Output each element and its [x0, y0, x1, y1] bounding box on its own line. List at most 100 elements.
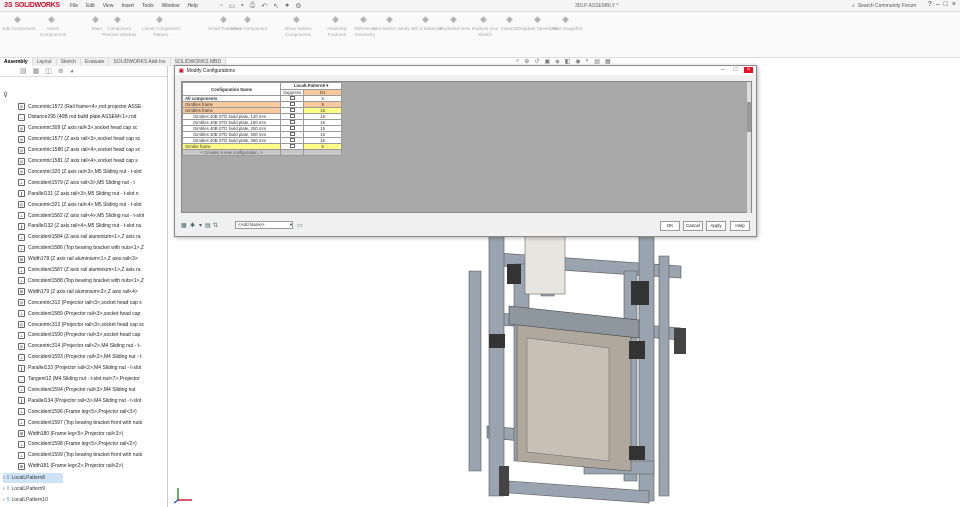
- close-icon[interactable]: ×: [744, 67, 753, 73]
- ribbon-button-new-motion-study[interactable]: New Motion Study: [372, 26, 410, 32]
- apply-button[interactable]: Apply: [706, 221, 726, 231]
- menu-file[interactable]: File: [70, 3, 78, 9]
- hide-show-icon[interactable]: ◉: [575, 58, 580, 65]
- mate-item[interactable]: ⊥ Coincident1587 (Z axis rail aluminium<1…: [18, 265, 141, 276]
- config-name-cell[interactable]: Gimbles 40B STD build plate, 180 mm: [182, 119, 281, 126]
- mate-item[interactable]: ◎ Concentric1577 (Z axis rail<3>,socket h…: [18, 134, 140, 145]
- cancel-button[interactable]: Cancel: [683, 221, 703, 231]
- menu-tools[interactable]: Tools: [142, 3, 154, 9]
- pattern-item[interactable]: › ⁞⁞ LocalLPattern8: [3, 473, 63, 483]
- expand-icon[interactable]: ›: [3, 486, 5, 492]
- minimize-icon[interactable]: –: [936, 1, 940, 8]
- new-file-icon[interactable]: ▫: [220, 2, 222, 10]
- suppress-checkbox[interactable]: [289, 120, 295, 124]
- mate-item[interactable]: ◡ Tangent12 (M4 Sliding nut - t-slot nut<…: [18, 374, 140, 385]
- config-name-cell[interactable]: Gimbles 40B STD build plate, 300 mm: [182, 131, 281, 138]
- dropdown-arrow-icon[interactable]: ▾: [199, 222, 202, 229]
- save-icon[interactable]: ▪: [241, 2, 243, 10]
- print-icon[interactable]: ⎙: [250, 2, 256, 10]
- config-name-cell[interactable]: < Creates a new configuration. >: [182, 149, 281, 156]
- options-icon[interactable]: ⚙: [295, 2, 301, 10]
- ribbon-button-insert-components[interactable]: Insert Components: [34, 26, 72, 38]
- mate-item[interactable]: ∥ Parallel131 (Z axis rail<3>,M5 Sliding …: [18, 188, 139, 199]
- mate-item[interactable]: ⊞ Width181 (Frame leg<2>,Projector rail<2…: [18, 461, 123, 472]
- mate-item[interactable]: ⊥ Coincident1579 (Z axis rail<3>,M5 Slidi…: [18, 177, 135, 188]
- mate-item[interactable]: ∥ Parallel133 (Projector rail<2>,M4 Slidi…: [18, 363, 141, 374]
- maximize-icon[interactable]: □: [944, 1, 948, 8]
- filter-icon[interactable]: ⊽: [3, 91, 8, 99]
- maximize-icon[interactable]: □: [731, 67, 740, 73]
- dropdown-icon[interactable]: ▾: [326, 84, 328, 89]
- mate-item[interactable]: ◎ Concentric320 (Z axis rail<3>,M5 Slidin…: [18, 166, 142, 177]
- suppress-checkbox[interactable]: [289, 114, 295, 118]
- suppress-checkbox[interactable]: [289, 96, 295, 100]
- help-button[interactable]: Help: [730, 221, 750, 231]
- save-table-view-icon[interactable]: ▭: [297, 222, 303, 229]
- config-name-cell[interactable]: Gimbles 40B STD build plate, 360 mm: [182, 137, 281, 144]
- menu-edit[interactable]: Edit: [86, 3, 95, 9]
- minimize-icon[interactable]: –: [718, 67, 727, 73]
- mate-item[interactable]: ⊥ Coincident1588 (Top bearing bracket wit…: [18, 275, 144, 286]
- suppress-checkbox[interactable]: [289, 144, 295, 148]
- config-manager-tab-icon[interactable]: ◫: [45, 67, 52, 75]
- suppress-checkbox[interactable]: [289, 102, 295, 106]
- menu-window[interactable]: Window: [162, 3, 180, 9]
- feature-tree-tab-icon[interactable]: ▤: [20, 67, 27, 75]
- ribbon-button-edit-component[interactable]: Edit Component: [0, 26, 38, 32]
- mate-item[interactable]: ∥ Parallel132 (Z axis rail<4>,M5 Sliding …: [18, 221, 141, 232]
- dimxpert-tab-icon[interactable]: ⊕: [58, 67, 64, 75]
- config-name-cell[interactable]: Gimbles 40B STD build plate, 250 mm: [182, 125, 281, 132]
- view-orientation-icon[interactable]: ◈: [555, 58, 560, 65]
- mate-item[interactable]: ⊥ Coincident1584 (Z axis rail aluminium<1…: [18, 232, 141, 243]
- zoom-area-icon[interactable]: ⊕: [524, 58, 529, 65]
- solidworks-logo[interactable]: 3S SOLIDWORKS: [0, 2, 70, 9]
- zoom-fit-icon[interactable]: ⌕: [516, 58, 519, 65]
- menu-help[interactable]: Help: [187, 3, 197, 9]
- property-manager-tab-icon[interactable]: ▦: [33, 67, 40, 75]
- dimension-value-cell[interactable]: [303, 149, 343, 156]
- menu-insert[interactable]: Insert: [121, 3, 134, 9]
- mate-item[interactable]: ⊥ Coincident1586 (Top bearing bracket wit…: [18, 243, 144, 254]
- vertical-scrollbar[interactable]: [747, 82, 751, 213]
- menu-view[interactable]: View: [103, 3, 114, 9]
- pattern-item[interactable]: › ⁞⁞ LocalLPattern10: [3, 495, 63, 505]
- mate-item[interactable]: ⊥ Coincident1593 (Projector rail<2>,M4 Sl…: [18, 352, 141, 363]
- mate-item[interactable]: ◎ Concentric1580 (Z axis rail<4>,socket h…: [18, 145, 140, 156]
- mate-item[interactable]: ⊞ Width180 (Frame leg<5>,Projector rail<3…: [18, 428, 123, 439]
- select-icon[interactable]: ↖: [273, 2, 279, 10]
- mate-item[interactable]: ↔ Distance295 (40B rod build plate ASSEM<…: [18, 112, 136, 123]
- section-view-icon[interactable]: ▣: [544, 58, 550, 65]
- mate-item[interactable]: ◎ Concentric1581 (Z axis rail<4>,socket h…: [18, 156, 138, 167]
- suppress-checkbox[interactable]: [289, 138, 295, 142]
- config-name-cell[interactable]: Gimbles 40B STD build plate, 120 mm: [182, 113, 281, 120]
- suppress-cell[interactable]: [279, 149, 305, 156]
- suppress-checkbox[interactable]: [289, 108, 295, 112]
- help-icon[interactable]: ?: [928, 1, 932, 8]
- feature-group-header[interactable]: LocalLPattern8 ▾: [279, 82, 343, 90]
- suppress-checkbox[interactable]: [289, 132, 295, 136]
- tab-solidworks-add-ins[interactable]: SOLIDWORKS Add-Ins: [109, 58, 171, 66]
- rebuild-icon[interactable]: ●: [285, 2, 289, 10]
- tab-layout[interactable]: Layout: [32, 58, 57, 66]
- ok-button[interactable]: OK: [660, 221, 680, 231]
- config-row[interactable]: < Creates a new configuration. >: [182, 149, 343, 156]
- excel-icon[interactable]: ▤: [205, 222, 211, 229]
- mate-item[interactable]: ⊥ Coincident1594 (Projector rail<3>,M4 Sl…: [18, 384, 136, 395]
- suppress-checkbox[interactable]: [289, 126, 295, 130]
- tab-assembly[interactable]: Assembly: [0, 58, 33, 66]
- mate-item[interactable]: ◎ Concentric313 (Projector rail<3>,socket…: [18, 319, 144, 330]
- mate-item[interactable]: ◎ Concentric309 (Z axis rail<3>,socket he…: [18, 123, 138, 134]
- mate-item[interactable]: ⊥ Coincident1598 (Frame leg<5>,Projector …: [18, 439, 137, 450]
- display-manager-tab-icon[interactable]: ◕: [70, 68, 74, 75]
- mate-item[interactable]: ⊥ Coincident1599 (Top bearing bracket fro…: [18, 450, 142, 461]
- ribbon-button-linear-component-pattern[interactable]: Linear Component Pattern: [142, 26, 180, 38]
- mate-item[interactable]: ◎ Concentric1572 (Rail frame<4>,rod proje…: [18, 101, 141, 112]
- view-name-select[interactable]: <Add Name> ▾: [235, 221, 293, 229]
- add-parameter-icon[interactable]: ✱: [190, 222, 195, 229]
- view-settings-icon[interactable]: ▦: [605, 58, 611, 65]
- mate-item[interactable]: ◎ Concentric314 (Projector rail<2>,M4 Sli…: [18, 341, 141, 352]
- tab-evaluate[interactable]: Evaluate: [80, 58, 110, 66]
- sort-icon[interactable]: ⇅: [213, 222, 218, 229]
- expand-icon[interactable]: ›: [3, 475, 5, 481]
- ribbon-button-component-preview-window[interactable]: Component Preview Window: [100, 26, 138, 38]
